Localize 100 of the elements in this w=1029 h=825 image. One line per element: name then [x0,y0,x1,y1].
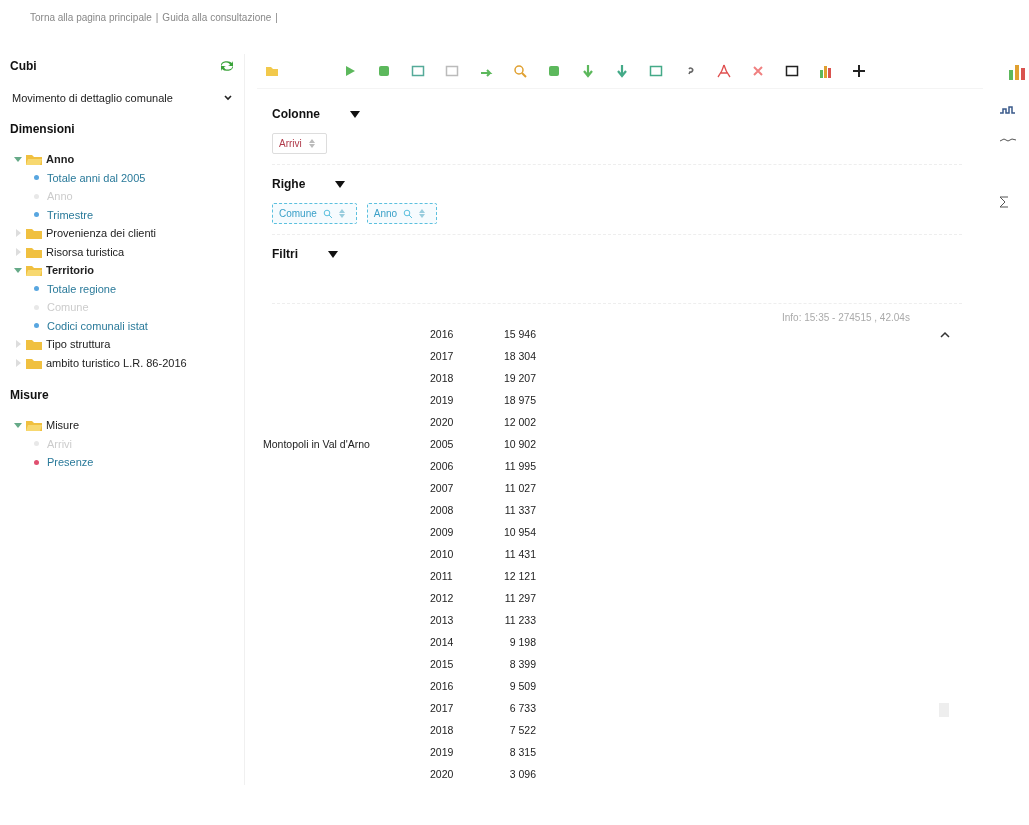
year-cell: 2005 [430,438,454,450]
search-icon[interactable] [322,209,332,218]
cube-select[interactable]: Movimento di dettaglio comunale [10,88,234,108]
section-title: Misure [10,388,50,402]
year-cell: 2019 [430,746,454,758]
field-chip[interactable]: Anno [366,203,438,224]
value-cell: 11 995 [504,460,536,472]
value-cell: 11 233 [504,614,536,626]
sort-icon[interactable] [418,209,427,218]
year-cell: 2017 [430,702,454,714]
dimension-item[interactable]: Tipo struttura [46,338,111,351]
chevron-down-icon [224,95,232,101]
sort-icon[interactable] [307,139,316,148]
query-info: Info: 15:35 - 274515 , 42.04s [782,312,910,323]
field-chip[interactable]: Arrivi [272,133,327,154]
year-cell: 2006 [430,460,454,472]
expanded-caret-icon[interactable] [14,266,22,275]
value-cell: 12 002 [503,416,536,428]
year-cell: 2008 [430,504,454,516]
year-cell: 2020 [430,768,454,780]
folder-icon [26,245,42,258]
level-item[interactable]: Totale anni dal 2005 [47,171,146,184]
year-cell: 2013 [430,614,454,626]
zone-title: Filtri [272,247,298,261]
value-cell: 10 902 [503,438,536,450]
folder-icon[interactable] [265,64,279,78]
year-cell: 2011 [430,570,453,582]
value-cell: 18 975 [503,394,536,406]
expanded-caret-icon[interactable] [14,155,22,164]
value-cell: 10 954 [503,526,536,538]
level-item[interactable]: Codici comunali istat [47,319,148,332]
chart-icon[interactable] [1007,62,1027,80]
folder-icon [26,153,42,166]
value-cell: 9 509 [509,680,536,692]
header-link[interactable]: Torna alla pagina principale [30,12,152,32]
dropdown-caret-icon[interactable] [335,180,346,188]
measure-item[interactable]: Presenze [47,456,94,469]
value-cell: 18 304 [503,350,536,362]
download-icon[interactable] [615,64,629,78]
year-cell: 2016 [430,680,454,692]
search-icon[interactable] [403,209,413,218]
dimension-item[interactable]: Provenienza dei clienti [46,227,157,240]
zone-title: Colonne [272,107,320,121]
sparkline-icon[interactable] [999,136,1017,144]
dimension-item[interactable]: ambito turistico L.R. 86-2016 [46,356,187,369]
header-link[interactable]: | [275,12,278,32]
value-cell: 9 198 [509,636,536,648]
dimension-item[interactable]: Misure [46,419,79,432]
value-cell: 12 121 [503,570,536,582]
year-cell: 2015 [430,658,454,670]
level-dot-icon [34,286,39,292]
header-link[interactable]: | [155,12,159,32]
sum-icon[interactable] [999,196,1009,208]
year-cell: 2020 [430,416,454,428]
level-item[interactable]: Trimestre [47,208,94,221]
level-dot-icon [34,323,39,329]
dimension-item[interactable]: Risorsa turistica [46,245,125,258]
year-cell: 2018 [430,724,454,736]
folder-icon [26,356,42,369]
year-cell: 2012 [430,592,454,604]
year-cell: 2007 [430,482,454,494]
dimension-item[interactable]: Territorio [46,264,95,277]
row-header-cell: Montopoli in Val d'Arno [263,438,370,450]
dropdown-caret-icon[interactable] [350,110,360,118]
zoom-icon[interactable] [513,64,527,78]
header-link[interactable]: Guida alla consultazione [162,12,272,32]
level-dot-icon [34,459,39,465]
value-cell: 8 399 [509,658,536,670]
year-cell: 2014 [430,636,454,648]
level-dot-icon [34,175,39,181]
value-cell: 6 733 [509,702,536,714]
value-cell: 15 946 [503,328,536,340]
dimension-item[interactable]: Anno [46,153,75,166]
refresh-icon[interactable] [220,60,234,72]
year-cell: 2019 [430,394,454,406]
field-chip[interactable]: Comune [272,203,357,224]
year-cell: 2017 [430,350,454,362]
plus-icon[interactable] [853,65,865,77]
value-cell: 3 096 [509,768,536,780]
year-cell: 2016 [430,328,454,340]
section-title: Cubi [10,59,37,73]
year-cell: 2018 [430,372,454,384]
section-title: Dimensioni [10,122,76,136]
year-cell: 2010 [430,548,454,560]
year-cell: 2009 [430,526,454,538]
value-cell: 11 027 [504,482,536,494]
folder-icon [26,338,42,351]
download-icon[interactable] [581,64,595,78]
level-item[interactable]: Totale regione [47,282,117,295]
folder-icon [26,419,42,432]
add-chart-icon[interactable] [819,64,833,78]
sort-icon[interactable] [337,209,346,218]
value-cell: 7 522 [509,724,536,736]
dropdown-caret-icon[interactable] [328,250,338,258]
expanded-caret-icon[interactable] [14,421,22,430]
scroll-up-icon[interactable] [940,331,950,338]
close-icon[interactable] [751,64,765,78]
stats-icon[interactable] [999,106,1017,114]
value-cell: 11 431 [504,548,536,560]
play-icon[interactable] [343,64,357,78]
